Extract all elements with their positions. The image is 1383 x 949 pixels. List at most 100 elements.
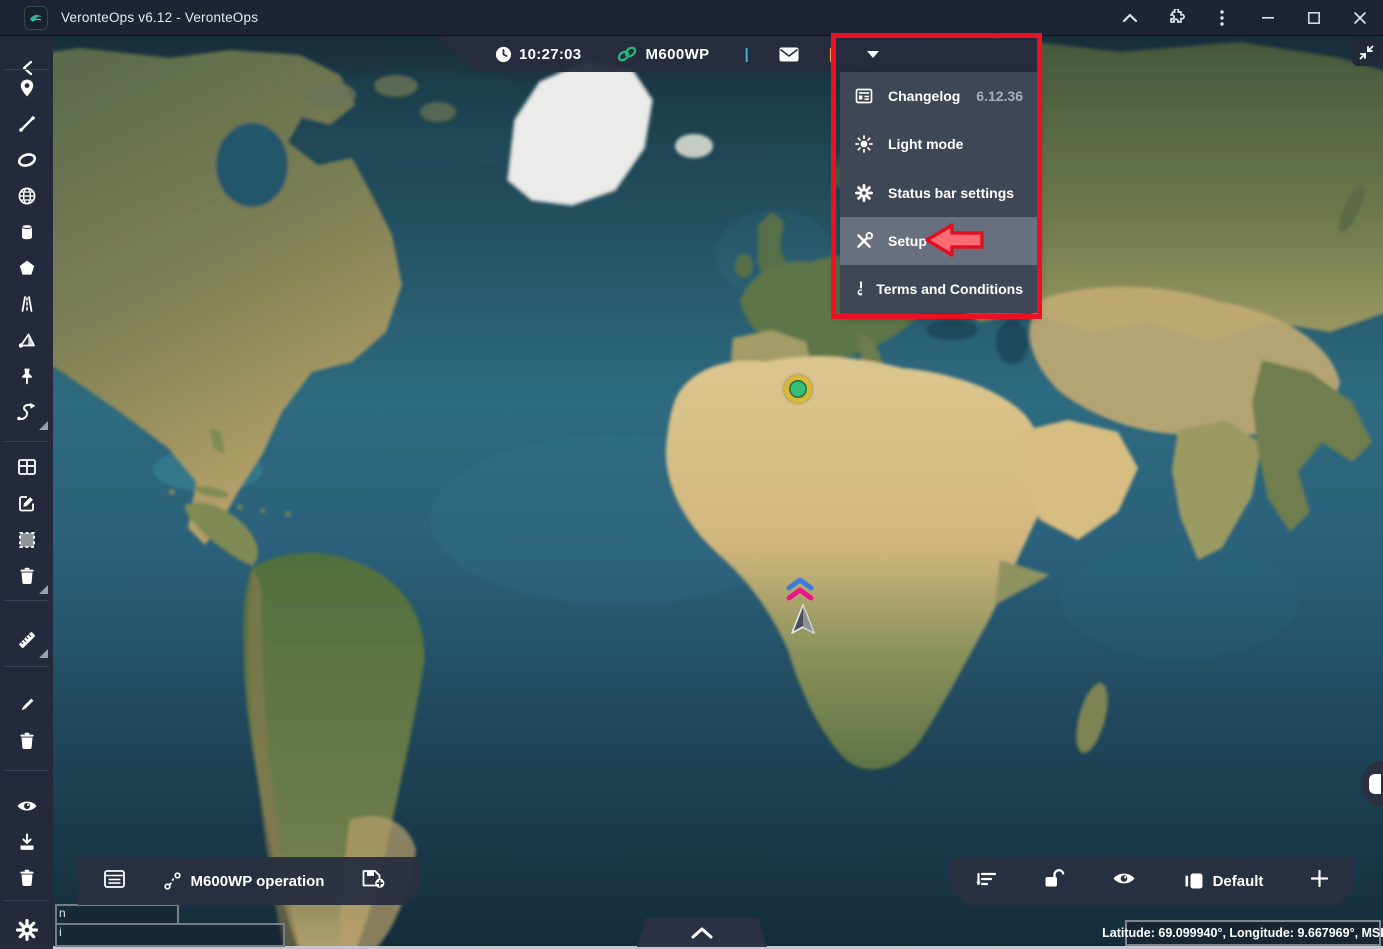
menu-item-setup[interactable]: Setup (840, 217, 1037, 265)
terms-icon (854, 279, 862, 299)
route-icon (163, 871, 183, 891)
download-icon (17, 832, 37, 852)
plus-icon (1311, 870, 1328, 887)
messages-button[interactable] (779, 47, 799, 62)
placemark-tool[interactable] (0, 70, 53, 106)
minimize-icon[interactable] (1245, 0, 1291, 36)
runway-icon (17, 294, 37, 314)
polygon-tool[interactable] (0, 250, 53, 286)
line-icon (17, 114, 37, 134)
pentagon-icon (17, 258, 37, 278)
app-menu-button[interactable] (867, 51, 879, 58)
view-toolbar: Default (950, 857, 1354, 905)
divider (4, 900, 49, 901)
globe-icon (17, 186, 37, 206)
measure-line-tool[interactable] (0, 106, 53, 142)
window-title: VeronteOps v6.12 - VeronteOps (61, 10, 258, 25)
layout-preset-name: Default (1213, 873, 1264, 890)
globe-tool[interactable] (0, 178, 53, 214)
settings-tool[interactable] (0, 912, 53, 948)
home-waypoint-marker[interactable] (784, 375, 812, 403)
edit-note-tool[interactable] (0, 485, 53, 521)
window-titlebar: VeronteOps v6.12 - VeronteOps (0, 0, 1383, 36)
heading-chevrons-icon (786, 578, 814, 602)
divider (4, 666, 49, 667)
cylinder-tool[interactable] (0, 214, 53, 250)
cone-tool[interactable] (0, 322, 53, 358)
visibility-button[interactable] (1112, 870, 1136, 892)
layout-preset-selector[interactable]: Default (1184, 872, 1264, 890)
close-icon[interactable] (1337, 0, 1383, 36)
vehicle-link[interactable]: M600WP (616, 45, 709, 63)
cone-icon (17, 330, 37, 350)
separator: | (745, 46, 749, 63)
app-window: VeronteOps v6.12 - VeronteOps (0, 0, 1383, 949)
save-operation-button[interactable] (362, 868, 386, 894)
map-overlay-box: n (55, 904, 179, 925)
sort-filter-button[interactable] (976, 871, 996, 892)
mail-icon (779, 47, 799, 62)
pushpin-icon (17, 366, 37, 386)
selection-tool[interactable] (0, 522, 53, 558)
visibility-tool[interactable] (0, 788, 53, 824)
expand-bottom-panel-tab[interactable] (637, 918, 767, 947)
cursor-position-readout: Latitude: 69.099940°, Longitude: 9.66796… (1125, 920, 1381, 946)
placemark-icon (17, 78, 37, 98)
menu-item-status-bar-settings[interactable]: Status bar settings (840, 168, 1037, 216)
unlock-button[interactable] (1044, 869, 1065, 893)
app-dropdown-menu: Changelog 6.12.36 Light mode (840, 72, 1037, 313)
draw-tool[interactable] (0, 687, 53, 723)
caret-down-icon (867, 51, 879, 58)
collapse-view-button[interactable] (1352, 38, 1381, 66)
extensions-icon[interactable] (1153, 0, 1199, 36)
divider (4, 600, 49, 601)
cylinder-icon (17, 222, 37, 242)
import-tool[interactable] (0, 824, 53, 860)
pencil-icon (17, 695, 37, 715)
clock-icon (495, 46, 512, 63)
kebab-menu-icon[interactable] (1199, 0, 1245, 36)
collapse-arrows-icon (1358, 44, 1375, 61)
window-controls (1107, 0, 1383, 35)
gear-icon (854, 183, 874, 203)
eye-icon (1112, 870, 1136, 887)
add-view-button[interactable] (1311, 870, 1328, 892)
operation-bar: M600WP operation (78, 857, 420, 905)
clear-tool[interactable] (0, 860, 53, 896)
save-add-icon (362, 868, 386, 889)
setup-tools-icon (854, 231, 874, 251)
trash-icon (18, 566, 36, 586)
world-map[interactable] (0, 0, 1383, 949)
pushpin-tool[interactable] (0, 358, 53, 394)
divider (4, 441, 49, 442)
selection-icon (17, 530, 37, 550)
changelog-icon (854, 86, 874, 106)
journal-button[interactable] (104, 870, 125, 893)
chevron-up-icon[interactable] (1107, 0, 1153, 36)
sort-filter-icon (976, 871, 996, 887)
submenu-corner-indicator (39, 421, 48, 430)
layout-icon (1184, 872, 1204, 890)
table-tool[interactable] (0, 449, 53, 485)
menu-item-changelog[interactable]: Changelog 6.12.36 (840, 72, 1037, 120)
trash-icon (18, 868, 36, 888)
sun-icon (854, 134, 874, 154)
runway-tool[interactable] (0, 286, 53, 322)
overlay-text-fragment: i (59, 925, 62, 939)
link-icon (616, 45, 638, 63)
orbit-loop-tool[interactable] (0, 142, 53, 178)
eye-icon (16, 798, 38, 814)
top-status-bar: 10:27:03 M600WP | | (437, 36, 1037, 72)
menu-item-light-mode[interactable]: Light mode (840, 120, 1037, 168)
erase-tool[interactable] (0, 723, 53, 759)
menu-item-terms[interactable]: Terms and Conditions (840, 265, 1037, 313)
gear-icon (15, 918, 39, 942)
app-logo-icon (24, 6, 48, 30)
operation-selector[interactable]: M600WP operation (163, 871, 325, 891)
aircraft-marker[interactable] (788, 603, 818, 637)
edit-square-icon (17, 493, 37, 513)
loop-icon (16, 150, 38, 170)
submenu-corner-indicator (39, 649, 48, 658)
journal-icon (104, 870, 125, 888)
maximize-icon[interactable] (1291, 0, 1337, 36)
